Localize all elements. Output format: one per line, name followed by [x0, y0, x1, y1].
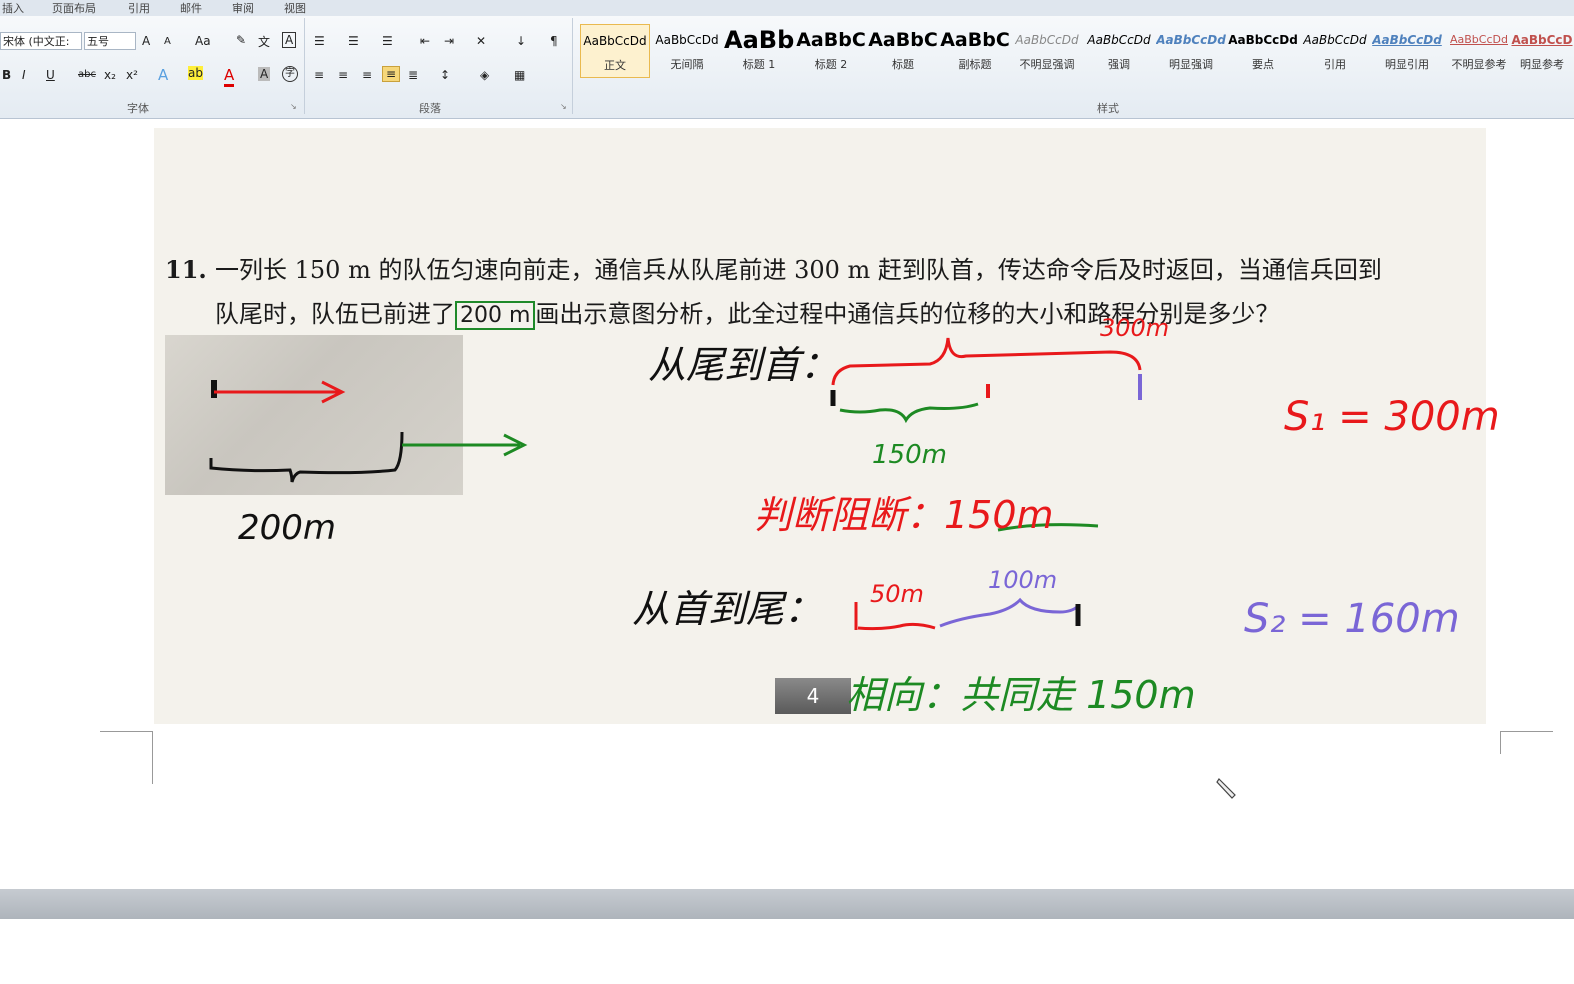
- handwriting-200m: 200m: [238, 508, 337, 548]
- page-corner-mark-right: [1500, 731, 1553, 754]
- purple-brace-100m: [939, 597, 1080, 628]
- page-gap-bar: [0, 889, 1574, 919]
- handwriting-300m: 300m: [1100, 314, 1170, 342]
- red-brace-300m: [831, 337, 1142, 386]
- handwriting-phase2-title: 从首到尾：: [632, 587, 823, 631]
- red-brace-50m: [857, 622, 936, 631]
- black-brace: [209, 431, 404, 483]
- handwriting-s1: S₁ = 300m: [1284, 394, 1500, 440]
- handwriting-50m: 50m: [870, 580, 924, 608]
- handwriting-150m: 150m: [872, 440, 947, 470]
- page-corner-mark-left: [100, 731, 153, 784]
- handwriting-s2: S₂ = 160m: [1244, 596, 1460, 642]
- handwriting-phase1-title: 从尾到首：: [648, 343, 839, 387]
- handwriting-100m: 100m: [988, 566, 1058, 594]
- pen-cursor-icon: [1216, 778, 1236, 799]
- green-brace-150m: [839, 402, 979, 424]
- handwriting-toward: 相向：共同走 150m: [846, 673, 1196, 717]
- handwriting-catch-up: 判断阻断：150m: [754, 493, 1054, 537]
